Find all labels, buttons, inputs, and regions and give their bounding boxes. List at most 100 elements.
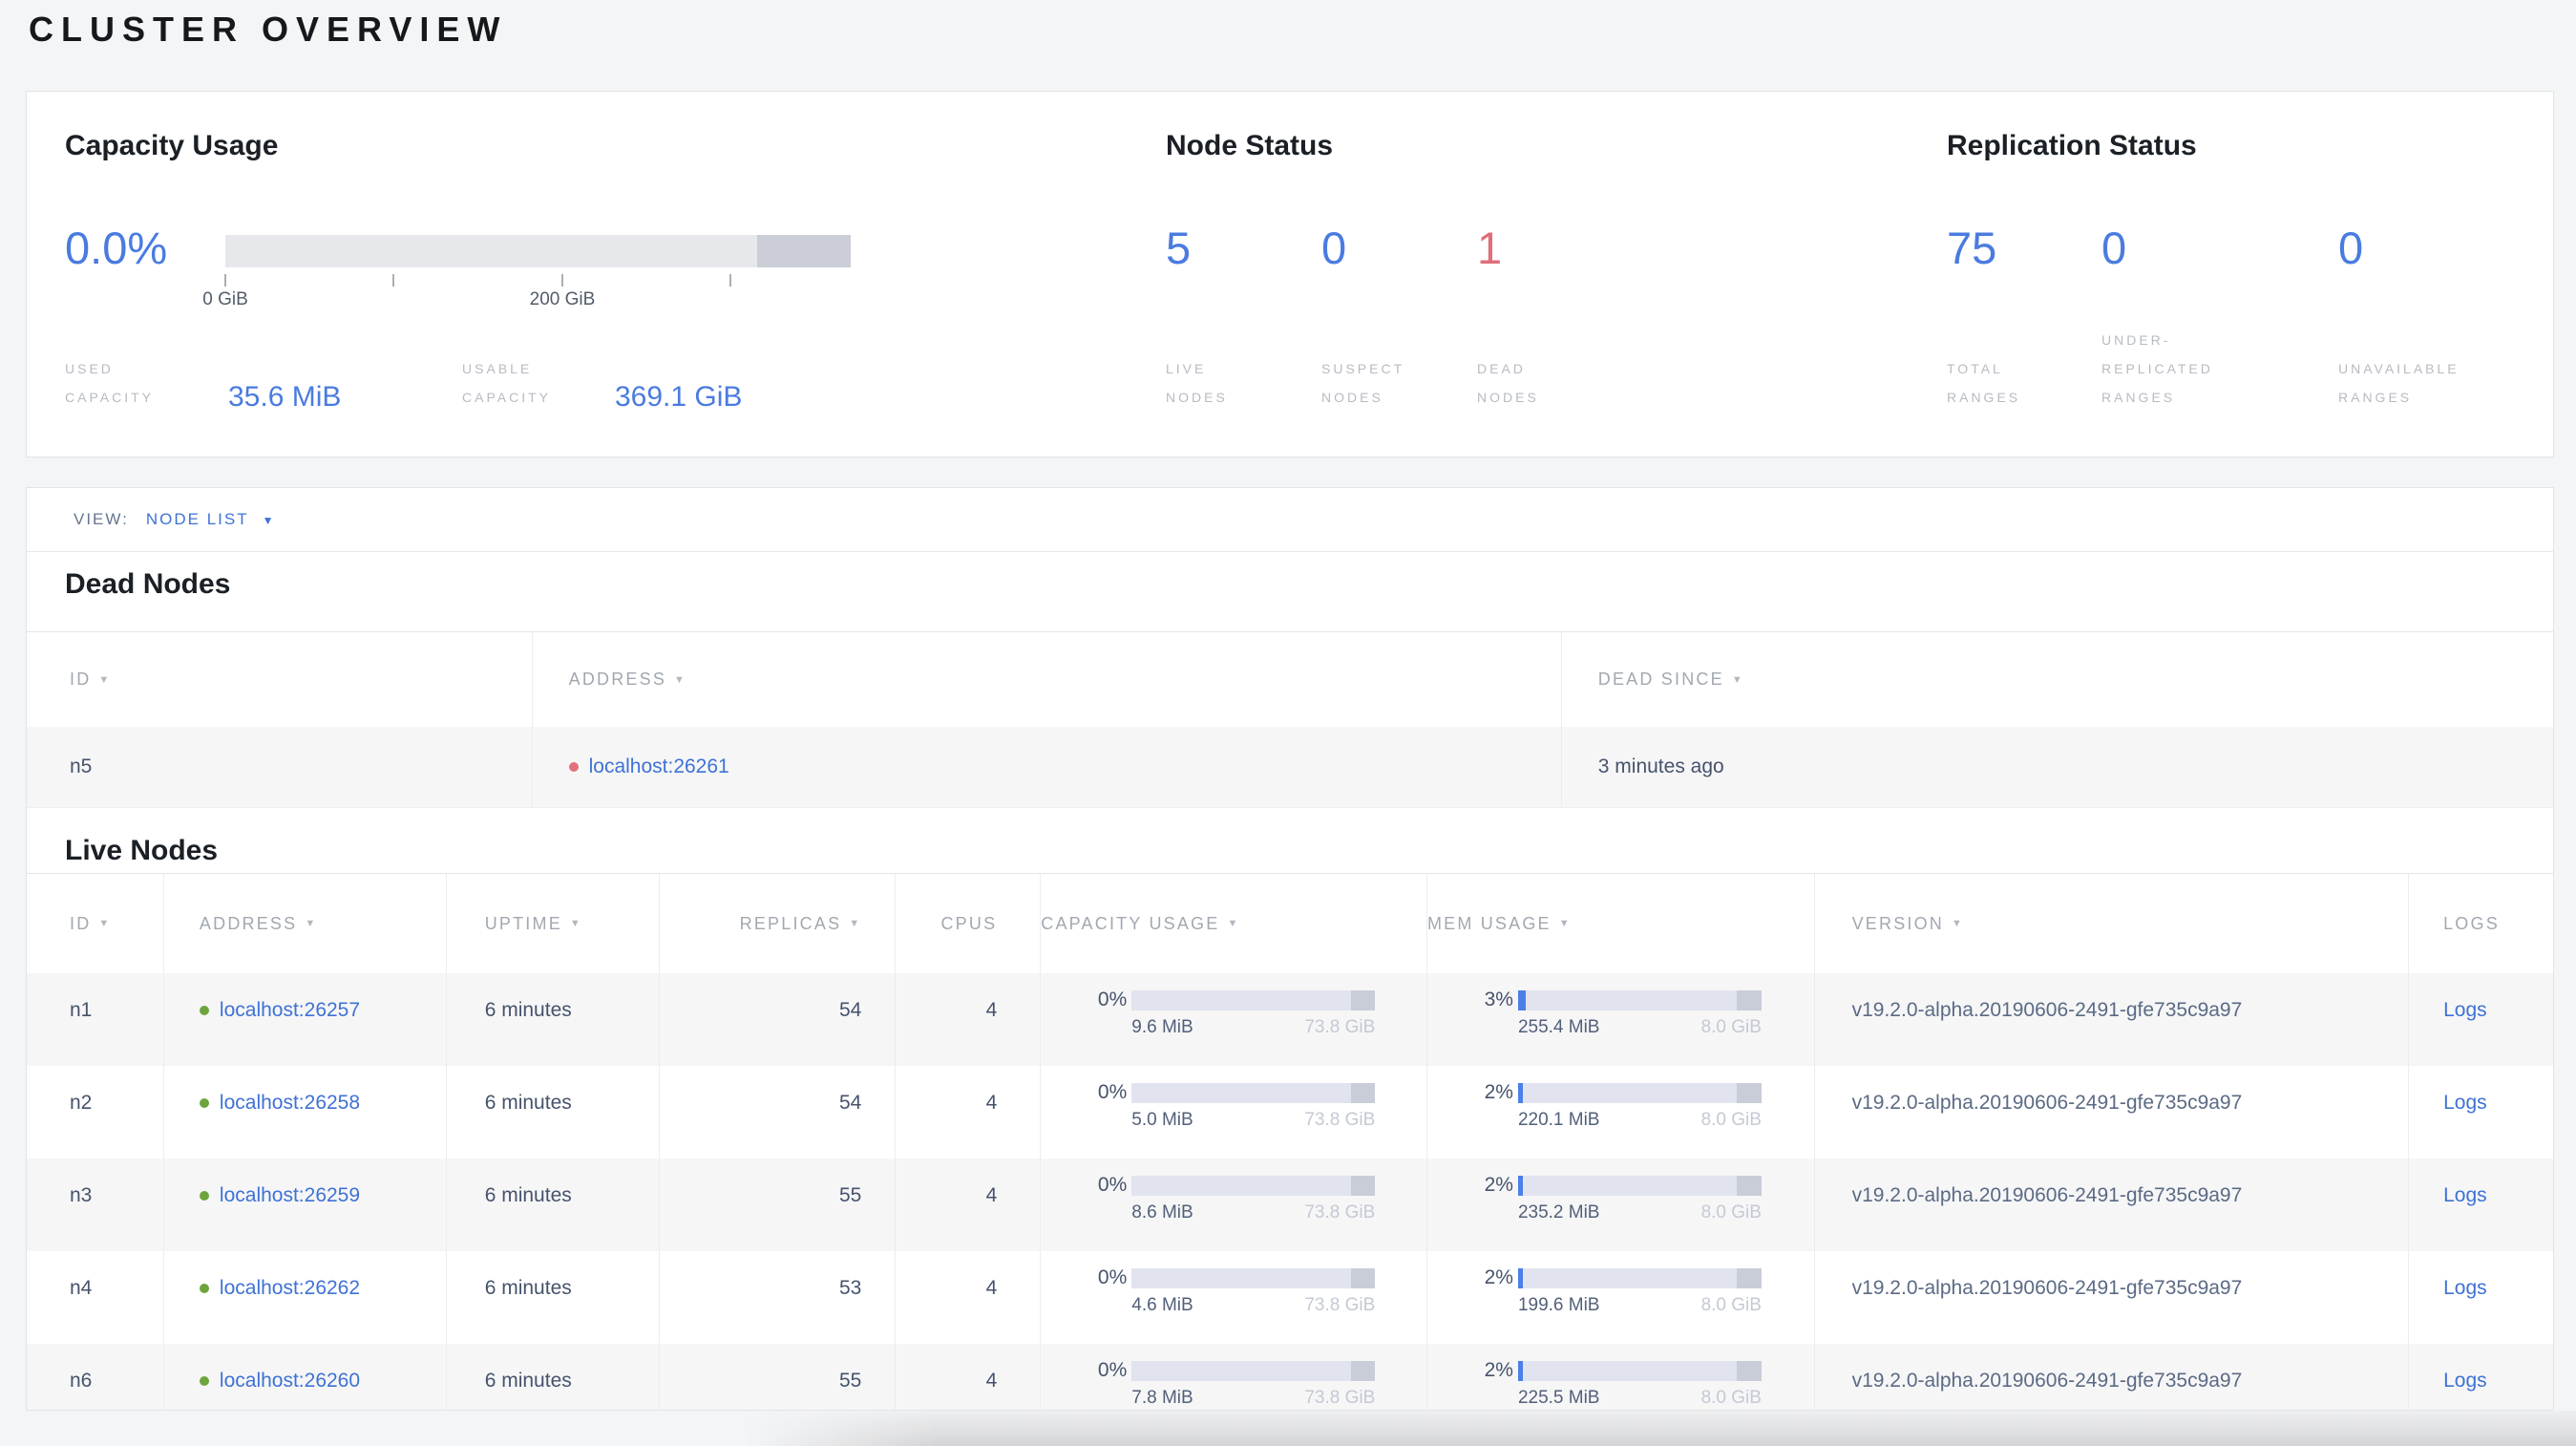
usage-value: 199.6 MiB: [1517, 1295, 1600, 1315]
node-uptime: 6 minutes: [447, 1159, 660, 1251]
usage-bar: [1131, 1267, 1376, 1288]
usage-bar: [1517, 1175, 1762, 1196]
capacity-usage-cell: 0% 5.0 MiB 73.8 GiB: [1041, 1066, 1427, 1159]
col-header-version[interactable]: VERSION ▼: [1815, 874, 2410, 973]
usage-bar-reserved-segment: [1737, 1082, 1762, 1103]
usage-value: 235.2 MiB: [1517, 1202, 1600, 1223]
usage-bar-reserved-segment: [1350, 1175, 1376, 1196]
summary-card: Capacity Usage 0.0% 0 GiB 200 GiB USED C…: [26, 91, 2554, 457]
usage-total: 73.8 GiB: [1304, 1202, 1376, 1223]
live-node-row: n3 localhost:26259 6 minutes 55 4 0% 8.6 MiB 73…: [27, 1159, 2553, 1251]
live-nodes-label: LIVE NODES: [1166, 360, 1228, 405]
node-uptime: 6 minutes: [447, 973, 660, 1066]
dead-status-icon: [568, 762, 579, 772]
unavailable-ranges-label: UNAVAILABLE RANGES: [2338, 360, 2460, 405]
sort-desc-icon: ▼: [98, 918, 112, 929]
replication-status-title: Replication Status: [1947, 130, 2197, 161]
node-version: v19.2.0-alpha.20190606-2491-gfe735c9a97: [1815, 1251, 2410, 1344]
gauge-tick-label-0: 0 GiB: [202, 289, 248, 309]
address-link[interactable]: localhost:26261: [589, 755, 729, 778]
node-version: v19.2.0-alpha.20190606-2491-gfe735c9a97: [1815, 1159, 2410, 1251]
live-nodes-heading: Live Nodes: [65, 835, 219, 866]
live-nodes-count: 5: [1166, 223, 1192, 273]
usage-total: 8.0 GiB: [1700, 1110, 1762, 1130]
col-header-dead-since[interactable]: DEAD SINCE ▼: [1562, 632, 2553, 727]
dead-nodes-header: ID ▼ ADDRESS ▼ DEAD SINCE ▼: [27, 631, 2553, 727]
node-address: localhost:26261: [533, 727, 1562, 807]
capacity-usage-cell: 0% 8.6 MiB 73.8 GiB: [1041, 1159, 1427, 1251]
usage-value: 255.4 MiB: [1517, 1017, 1600, 1037]
usage-bar-reserved-segment: [1350, 989, 1376, 1010]
col-header-id[interactable]: ID ▼: [27, 632, 533, 727]
view-label: VIEW:: [74, 510, 129, 528]
dead-nodes-count: 1: [1477, 223, 1503, 273]
usage-percent: 0%: [1097, 989, 1128, 1010]
gauge-tick: [729, 274, 731, 287]
address-link[interactable]: localhost:26262: [220, 1277, 360, 1299]
used-capacity-value: 35.6 MiB: [228, 381, 342, 413]
dead-since: 3 minutes ago: [1597, 755, 1724, 777]
sort-desc-icon: ▼: [849, 918, 862, 929]
usage-percent: 2%: [1484, 1266, 1513, 1288]
node-replicas: 55: [660, 1159, 897, 1251]
logs-link[interactable]: Logs: [2443, 1370, 2487, 1392]
usage-total: 8.0 GiB: [1700, 1388, 1762, 1408]
capacity-usage-title: Capacity Usage: [65, 130, 279, 161]
gauge-tick: [224, 274, 226, 287]
col-header-replicas[interactable]: REPLICAS ▼: [660, 874, 897, 973]
col-header-mem-usage[interactable]: MEM USAGE ▼: [1427, 874, 1815, 973]
suspect-nodes-label: SUSPECT NODES: [1321, 360, 1405, 405]
logs-link[interactable]: Logs: [2443, 999, 2487, 1021]
col-header-id[interactable]: ID ▼: [27, 874, 164, 973]
logs-link[interactable]: Logs: [2443, 1092, 2487, 1114]
sort-desc-icon: ▼: [1227, 918, 1240, 929]
logs-link[interactable]: Logs: [2443, 1277, 2487, 1299]
address-link[interactable]: localhost:26258: [220, 1092, 360, 1114]
capacity-usage-cell: 0% 9.6 MiB 73.8 GiB: [1041, 973, 1427, 1066]
live-node-row: n6 localhost:26260 6 minutes 55 4 0% 7.8 MiB 73…: [27, 1344, 2553, 1410]
view-selector[interactable]: NODE LIST ▼: [146, 510, 276, 529]
col-header-address[interactable]: ADDRESS ▼: [533, 632, 1562, 727]
usage-value: 9.6 MiB: [1131, 1017, 1193, 1037]
usage-bar-reserved-segment: [1737, 1360, 1762, 1381]
usage-value: 220.1 MiB: [1517, 1110, 1600, 1130]
sort-desc-icon: ▼: [1558, 918, 1572, 929]
usage-percent: 0%: [1097, 1359, 1128, 1381]
logs-cell: Logs: [2409, 1159, 2553, 1251]
live-status-icon: [199, 1376, 209, 1386]
node-replicas: 55: [660, 1344, 897, 1410]
node-cpus: 4: [896, 1159, 1042, 1251]
sort-desc-icon: ▼: [98, 673, 112, 686]
address-link[interactable]: localhost:26259: [220, 1184, 360, 1206]
usage-bar-reserved-segment: [1737, 989, 1762, 1010]
col-header-address[interactable]: ADDRESS ▼: [164, 874, 447, 973]
usage-bar: [1517, 1082, 1762, 1103]
node-uptime: 6 minutes: [447, 1251, 660, 1344]
usage-percent: 2%: [1484, 1081, 1513, 1103]
node-id: n6: [27, 1344, 164, 1410]
address-link[interactable]: localhost:26257: [220, 999, 360, 1021]
gauge-tick-label-200: 200 GiB: [529, 289, 596, 309]
capacity-usage-cell: 0% 4.6 MiB 73.8 GiB: [1041, 1251, 1427, 1344]
usage-bar-fill: [1517, 1082, 1524, 1103]
mem-usage-cell: 2% 225.5 MiB 8.0 GiB: [1427, 1344, 1815, 1410]
logs-link[interactable]: Logs: [2443, 1184, 2487, 1206]
node-cpus: 4: [896, 1344, 1042, 1410]
col-header-cpus: CPUS: [896, 874, 1042, 973]
logs-cell: Logs: [2409, 1066, 2553, 1159]
address-link[interactable]: localhost:26260: [220, 1370, 360, 1392]
col-header-uptime[interactable]: UPTIME ▼: [447, 874, 660, 973]
col-header-capacity-usage[interactable]: CAPACITY USAGE ▼: [1041, 874, 1427, 973]
view-bar: VIEW: NODE LIST ▼: [27, 488, 2553, 552]
capacity-gauge-bar: [225, 235, 851, 267]
usage-bar: [1131, 1175, 1376, 1196]
sort-desc-icon: ▼: [674, 673, 687, 686]
usable-capacity-value: 369.1 GiB: [615, 381, 743, 413]
live-status-icon: [199, 1098, 209, 1108]
total-ranges-count: 75: [1947, 223, 1997, 273]
usage-bar-reserved-segment: [1737, 1175, 1762, 1196]
usage-percent: 3%: [1484, 989, 1513, 1010]
suspect-nodes-count: 0: [1321, 223, 1347, 273]
usage-value: 7.8 MiB: [1131, 1388, 1193, 1408]
usage-value: 5.0 MiB: [1131, 1110, 1193, 1130]
